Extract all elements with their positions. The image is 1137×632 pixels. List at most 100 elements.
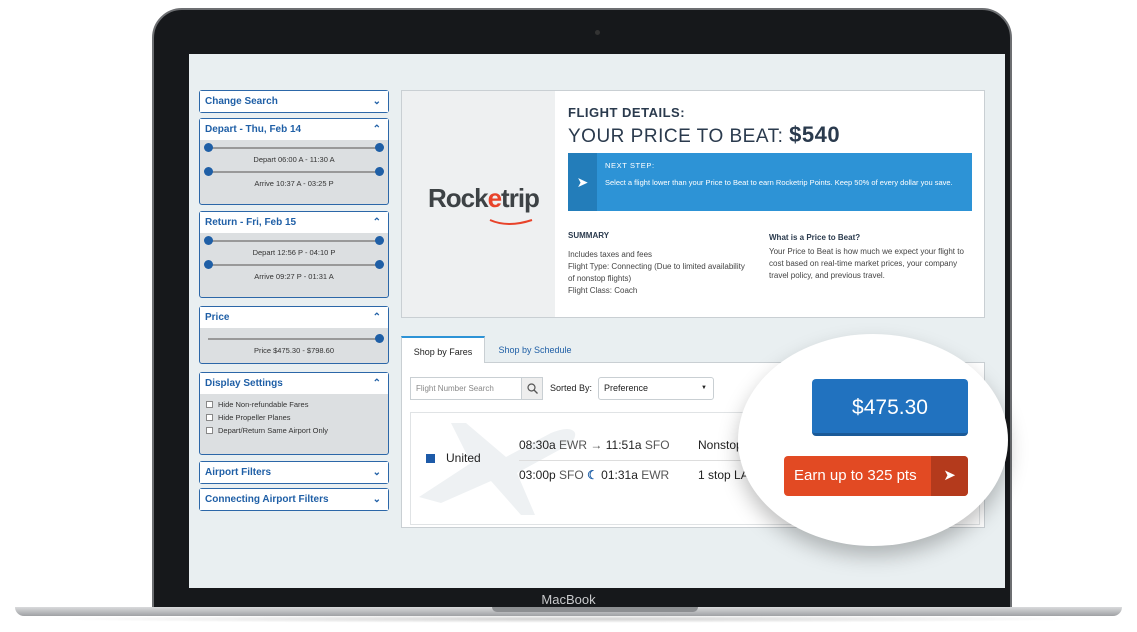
chevron-up-icon[interactable]: ⌃ (373, 119, 381, 140)
return-arrive-slider[interactable] (204, 260, 384, 270)
option-non-refundable[interactable]: Hide Non-refundable Fares (200, 398, 388, 411)
slider-track (208, 338, 380, 340)
option-propeller[interactable]: Hide Propeller Planes (200, 411, 388, 424)
sort-value: Preference (604, 383, 649, 393)
price-slider[interactable] (204, 334, 384, 344)
price-to-beat: YOUR PRICE TO BEAT: $540 (568, 122, 840, 148)
slider-handle-min[interactable] (204, 167, 213, 176)
airport-filters-panel[interactable]: Airport Filters ⌄ (199, 461, 389, 484)
slider-handle-max[interactable] (375, 334, 384, 343)
device-label: MacBook (541, 592, 596, 607)
return-depart-range: Depart 12:56 P - 04:10 P (252, 248, 336, 257)
outbound-leg: 08:30a EWR → 11:51a SFO (519, 438, 670, 452)
dep-time: 08:30a (519, 438, 556, 452)
leg-divider (519, 460, 769, 461)
arrive-time-slider[interactable] (204, 167, 384, 177)
tab-shop-by-fares[interactable]: Shop by Fares (401, 336, 485, 364)
earn-points-button[interactable]: Earn up to 325 pts ➤ (784, 456, 968, 496)
chevron-up-icon[interactable]: ⌃ (373, 307, 381, 328)
option-same-airport[interactable]: Depart/Return Same Airport Only (200, 424, 388, 437)
slider-handle-max[interactable] (375, 260, 384, 269)
panel-title: Return - Fri, Feb 15 (205, 217, 297, 228)
sorted-by-label: Sorted By: (550, 383, 593, 393)
arr-time: 01:31a (601, 468, 638, 482)
outbound-stops: Nonstop (698, 438, 743, 452)
depart-panel: Depart - Thu, Feb 14 ⌃ Depart 06:00 A - 1… (199, 118, 389, 205)
airline-name: United (446, 451, 481, 465)
price-to-beat-info-title: What is a Price to Beat? (769, 233, 861, 242)
tab-shop-by-schedule[interactable]: Shop by Schedule (485, 336, 585, 364)
arr-time: 11:51a (605, 438, 642, 452)
panel-title: Price (205, 312, 230, 323)
slider-handle-min[interactable] (204, 236, 213, 245)
sort-select[interactable]: Preference ▼ (598, 377, 714, 400)
chevron-down-icon[interactable]: ⌄ (373, 489, 381, 510)
red-eye-moon-icon: ☾ (587, 468, 598, 482)
price-range: Price $475.30 - $798.60 (253, 346, 335, 355)
connecting-filters-header[interactable]: Connecting Airport Filters ⌄ (200, 489, 388, 510)
next-step-text: Select a flight lower than your Price to… (605, 178, 953, 187)
display-settings-header[interactable]: Display Settings ⌃ (200, 373, 388, 394)
next-step-banner: ➤ NEXT STEP: Select a flight lower than … (568, 153, 972, 211)
camera-icon (595, 30, 600, 35)
slider-handle-max[interactable] (375, 143, 384, 152)
return-panel: Return - Fri, Feb 15 ⌃ Depart 12:56 P - 0… (199, 211, 389, 298)
return-arrive-range: Arrive 09:27 P - 01:31 A (254, 272, 334, 281)
depart-time-slider[interactable] (204, 143, 384, 153)
search-icon (526, 383, 538, 394)
panel-title: Depart - Thu, Feb 14 (205, 124, 302, 135)
chevron-up-icon[interactable]: ⌃ (373, 212, 381, 233)
checkbox[interactable] (206, 414, 213, 421)
checkbox[interactable] (206, 401, 213, 408)
summary-body: Includes taxes and fees Flight Type: Con… (568, 249, 748, 297)
option-label: Depart/Return Same Airport Only (218, 426, 329, 435)
arrow-right-icon: → (590, 438, 603, 452)
depart-time-range: Depart 06:00 A - 11:30 A (253, 155, 335, 164)
chevron-down-icon[interactable]: ⌄ (373, 462, 381, 483)
option-label: Hide Propeller Planes (218, 413, 291, 422)
select-price-button[interactable]: $475.30 (812, 379, 968, 436)
flight-details-card: Rocketrip FLIGHT DETAILS: YOUR PRICE TO … (401, 90, 985, 318)
price-to-beat-info-text: Your Price to Beat is how much we expect… (769, 247, 964, 280)
slider-track (208, 171, 380, 173)
price-to-beat-label: YOUR PRICE TO BEAT: (568, 126, 784, 147)
price-header[interactable]: Price ⌃ (200, 307, 388, 328)
panel-title: Connecting Airport Filters (205, 494, 329, 505)
return-leg: 03:00p SFO ☾ 01:31a EWR (519, 468, 669, 482)
airport-filters-header[interactable]: Airport Filters ⌄ (200, 462, 388, 483)
panel-title: Display Settings (205, 378, 283, 389)
option-label: Hide Non-refundable Fares (218, 400, 309, 409)
slider-handle-max[interactable] (375, 236, 384, 245)
change-search-panel[interactable]: Change Search ⌄ (199, 90, 389, 113)
checkbox[interactable] (206, 427, 213, 434)
earn-points-label: Earn up to 325 pts (794, 467, 917, 484)
flight-number-search-input[interactable]: Flight Number Search (410, 377, 522, 400)
slider-track (208, 264, 380, 266)
connecting-filters-panel[interactable]: Connecting Airport Filters ⌄ (199, 488, 389, 511)
return-header[interactable]: Return - Fri, Feb 15 ⌃ (200, 212, 388, 233)
dep-airport: EWR (559, 438, 588, 452)
chevron-down-icon[interactable]: ⌄ (373, 91, 381, 112)
summary-line: Flight Class: Coach (568, 286, 638, 295)
slider-handle-max[interactable] (375, 167, 384, 176)
slider-handle-min[interactable] (204, 260, 213, 269)
logo-area: Rocketrip (402, 91, 555, 317)
change-search-header[interactable]: Change Search ⌄ (200, 91, 388, 112)
rocketrip-logo: Rocketrip (428, 183, 540, 213)
swoosh-icon (489, 219, 533, 225)
arr-airport: EWR (641, 468, 670, 482)
flight-details-title: FLIGHT DETAILS: (568, 105, 686, 120)
display-options: Hide Non-refundable Fares Hide Propeller… (200, 394, 388, 437)
price-panel: Price ⌃ Price $475.30 - $798.60 (199, 306, 389, 364)
chevron-up-icon[interactable]: ⌃ (373, 373, 381, 394)
depart-header[interactable]: Depart - Thu, Feb 14 ⌃ (200, 119, 388, 140)
rocket-icon: ➤ (568, 153, 597, 211)
stage: MacBook Change Search ⌄ Depart - Thu, Feb… (0, 0, 1137, 632)
slider-handle-min[interactable] (204, 143, 213, 152)
panel-title: Change Search (205, 96, 278, 107)
return-depart-slider[interactable] (204, 236, 384, 246)
search-button[interactable] (521, 377, 543, 400)
display-settings-panel: Display Settings ⌃ Hide Non-refundable Fa… (199, 372, 389, 455)
dep-time: 03:00p (519, 468, 556, 482)
arrive-time-range: Arrive 10:37 A - 03:25 P (254, 179, 334, 188)
